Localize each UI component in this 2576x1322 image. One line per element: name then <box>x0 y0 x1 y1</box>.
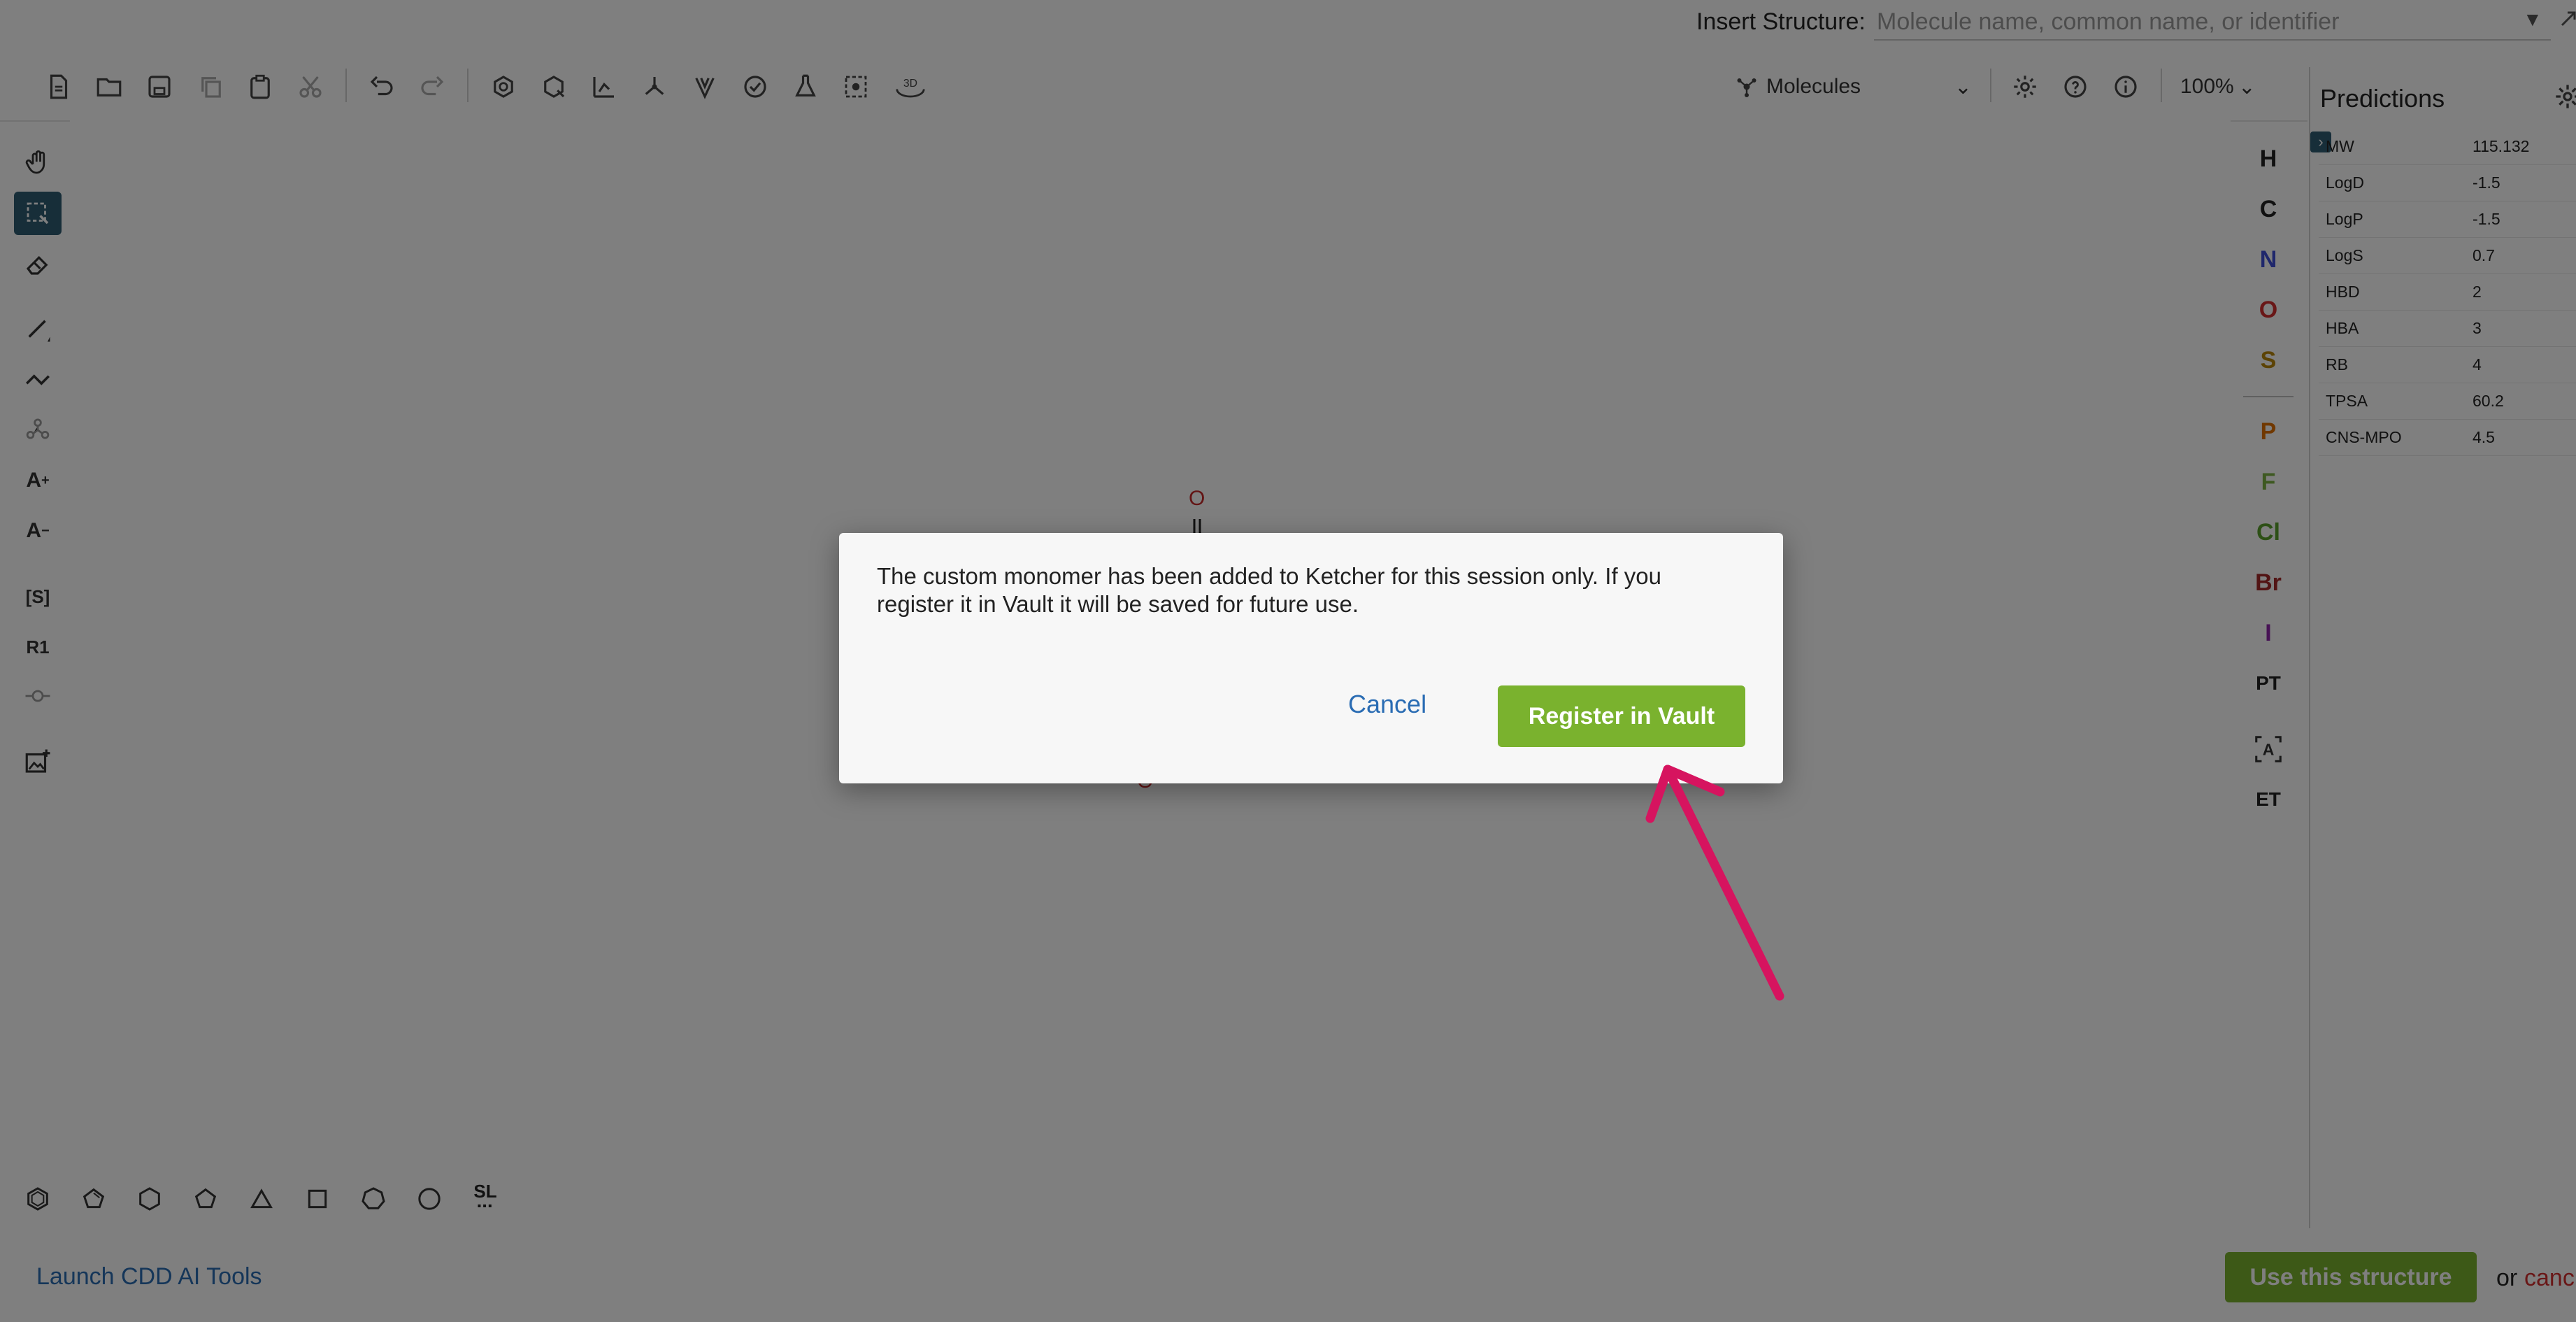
dialog-message: The custom monomer has been added to Ket… <box>877 563 1661 617</box>
dialog-cancel-button[interactable]: Cancel <box>1348 690 1426 719</box>
annotation-arrow <box>1645 765 1784 1001</box>
register-in-vault-button[interactable]: Register in Vault <box>1498 685 1745 747</box>
register-monomer-dialog: The custom monomer has been added to Ket… <box>839 533 1783 783</box>
